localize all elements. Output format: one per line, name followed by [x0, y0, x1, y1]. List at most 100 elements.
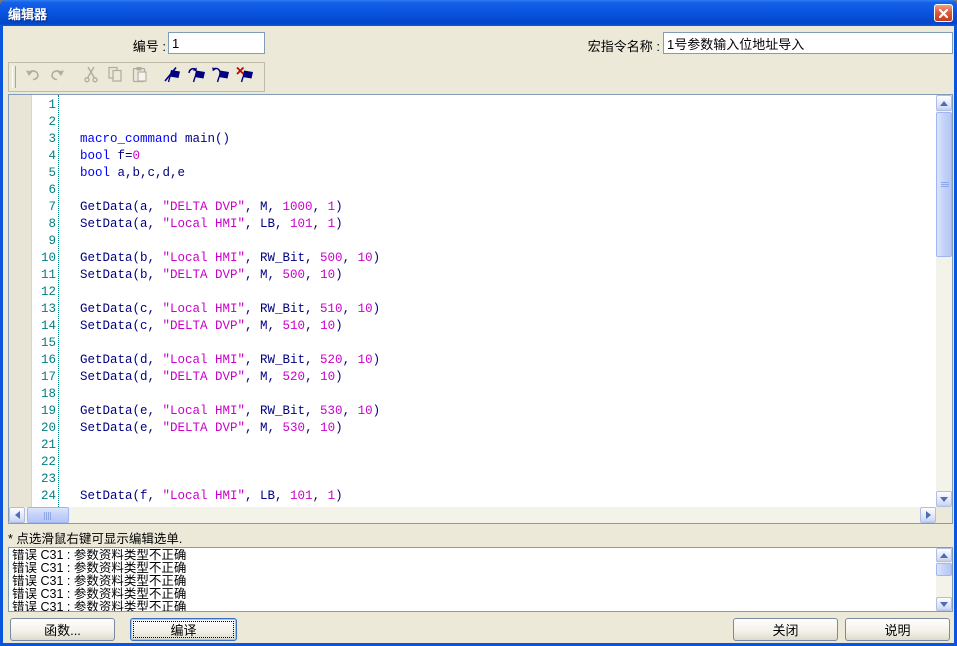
code-line: 18 — [9, 386, 936, 403]
chevron-down-icon — [940, 602, 948, 607]
error-scroll-up-button[interactable] — [936, 548, 952, 562]
editor-window: 编辑器 编号 : 宏指令名称 : — [0, 0, 957, 646]
line-number: 14 — [9, 318, 56, 335]
line-number: 12 — [9, 284, 56, 301]
code-line: 20SetData(e, "DELTA DVP", M, 530, 10) — [9, 420, 936, 437]
code-line: 2 — [9, 114, 936, 131]
line-number: 10 — [9, 250, 56, 267]
scroll-right-button[interactable] — [920, 507, 936, 523]
macro-name-label: 宏指令名称 : — [558, 36, 660, 55]
copy-icon — [107, 66, 124, 88]
code-line: 9 — [9, 233, 936, 250]
line-number: 1 — [9, 97, 56, 114]
compile-error-list[interactable]: 错误 C31 : 参数资料类型不正确错误 C31 : 参数资料类型不正确错误 C… — [8, 547, 953, 612]
prev-bookmark-button[interactable] — [209, 65, 233, 89]
code-line: 14SetData(c, "DELTA DVP", M, 510, 10) — [9, 318, 936, 335]
editor-vscroll-thumb[interactable] — [936, 112, 952, 257]
code-line: 24SetData(f, "Local HMI", LB, 101, 1) — [9, 488, 936, 505]
code-area[interactable]: 123macro_command main()4bool f=05bool a,… — [9, 95, 936, 507]
paste-icon — [131, 66, 148, 88]
copy-button — [103, 65, 127, 89]
line-number: 4 — [9, 148, 56, 165]
error-scroll-down-button[interactable] — [936, 597, 952, 611]
line-number: 11 — [9, 267, 56, 284]
dialog-body: 编号 : 宏指令名称 : — [3, 26, 954, 643]
number-label: 编号 : — [103, 36, 166, 55]
code-line: 10GetData(b, "Local HMI", RW_Bit, 500, 1… — [9, 250, 936, 267]
status-note: * 点选滑鼠右键可显示编辑选单. — [8, 528, 182, 547]
scroll-left-button[interactable] — [9, 507, 25, 523]
code-line: 6 — [9, 182, 936, 199]
line-number: 6 — [9, 182, 56, 199]
line-number: 3 — [9, 131, 56, 148]
clear-bookmarks-icon — [235, 66, 255, 88]
close-dialog-button[interactable]: 关闭 — [733, 618, 838, 641]
code-line: 5bool a,b,c,d,e — [9, 165, 936, 182]
editor-hscroll-thumb[interactable] — [27, 507, 69, 523]
error-row[interactable]: 错误 C31 : 参数资料类型不正确 — [12, 601, 934, 611]
next-bookmark-icon — [187, 66, 207, 88]
line-number: 2 — [9, 114, 56, 131]
line-number: 24 — [9, 488, 56, 505]
code-line: 12 — [9, 284, 936, 301]
functions-button[interactable]: 函数... — [10, 618, 115, 641]
line-number: 5 — [9, 165, 56, 182]
help-button[interactable]: 说明 — [845, 618, 950, 641]
undo-icon — [24, 67, 42, 88]
chevron-down-icon — [940, 497, 948, 502]
macro-number-input[interactable] — [168, 32, 265, 54]
toggle-bookmark-icon — [163, 66, 183, 88]
macro-name-input[interactable] — [663, 32, 953, 54]
line-number: 13 — [9, 301, 56, 318]
error-rows: 错误 C31 : 参数资料类型不正确错误 C31 : 参数资料类型不正确错误 C… — [9, 549, 934, 611]
cut-icon — [83, 66, 99, 88]
code-line: 23 — [9, 471, 936, 488]
line-number: 20 — [9, 420, 56, 437]
code-line: 11SetData(b, "DELTA DVP", M, 500, 10) — [9, 267, 936, 284]
line-number: 9 — [9, 233, 56, 250]
clear-bookmarks-button[interactable] — [233, 65, 257, 89]
code-line: 17SetData(d, "DELTA DVP", M, 520, 10) — [9, 369, 936, 386]
next-bookmark-button[interactable] — [185, 65, 209, 89]
line-number: 8 — [9, 216, 56, 233]
cut-button — [79, 65, 103, 89]
scroll-down-button[interactable] — [936, 491, 952, 507]
code-line: 13GetData(c, "Local HMI", RW_Bit, 510, 1… — [9, 301, 936, 318]
chevron-up-icon — [940, 553, 948, 558]
code-line: 3macro_command main() — [9, 131, 936, 148]
redo-icon — [48, 67, 66, 88]
chevron-right-icon — [926, 511, 931, 519]
error-list-scrollbar[interactable] — [936, 548, 952, 611]
scroll-up-button[interactable] — [936, 95, 952, 111]
editor-toolbar — [8, 62, 265, 92]
line-number: 19 — [9, 403, 56, 420]
paste-button — [127, 65, 151, 89]
prev-bookmark-icon — [211, 66, 231, 88]
code-line: 16GetData(d, "Local HMI", RW_Bit, 520, 1… — [9, 352, 936, 369]
redo-button — [45, 65, 69, 89]
code-editor: 123macro_command main()4bool f=05bool a,… — [8, 94, 953, 524]
code-line: 4bool f=0 — [9, 148, 936, 165]
close-icon — [938, 8, 949, 19]
line-number: 7 — [9, 199, 56, 216]
editor-vertical-scrollbar[interactable] — [936, 95, 952, 507]
code-line: 21 — [9, 437, 936, 454]
error-scroll-thumb[interactable] — [936, 563, 952, 576]
toolbar-grip-handle[interactable] — [12, 66, 16, 88]
line-number: 15 — [9, 335, 56, 352]
line-number: 18 — [9, 386, 56, 403]
chevron-up-icon — [940, 101, 948, 106]
line-number: 21 — [9, 437, 56, 454]
code-line: 7GetData(a, "DELTA DVP", M, 1000, 1) — [9, 199, 936, 216]
chevron-left-icon — [15, 511, 20, 519]
scrollbar-corner — [936, 507, 952, 523]
title-bar: 编辑器 — [0, 0, 957, 26]
window-title: 编辑器 — [8, 4, 47, 23]
compile-button[interactable]: 编译 — [130, 618, 237, 641]
close-button[interactable] — [934, 4, 953, 22]
line-number: 23 — [9, 471, 56, 488]
code-lines: 123macro_command main()4bool f=05bool a,… — [9, 97, 936, 505]
toggle-bookmark-button[interactable] — [161, 65, 185, 89]
editor-horizontal-scrollbar[interactable] — [9, 507, 936, 523]
code-line: 15 — [9, 335, 936, 352]
